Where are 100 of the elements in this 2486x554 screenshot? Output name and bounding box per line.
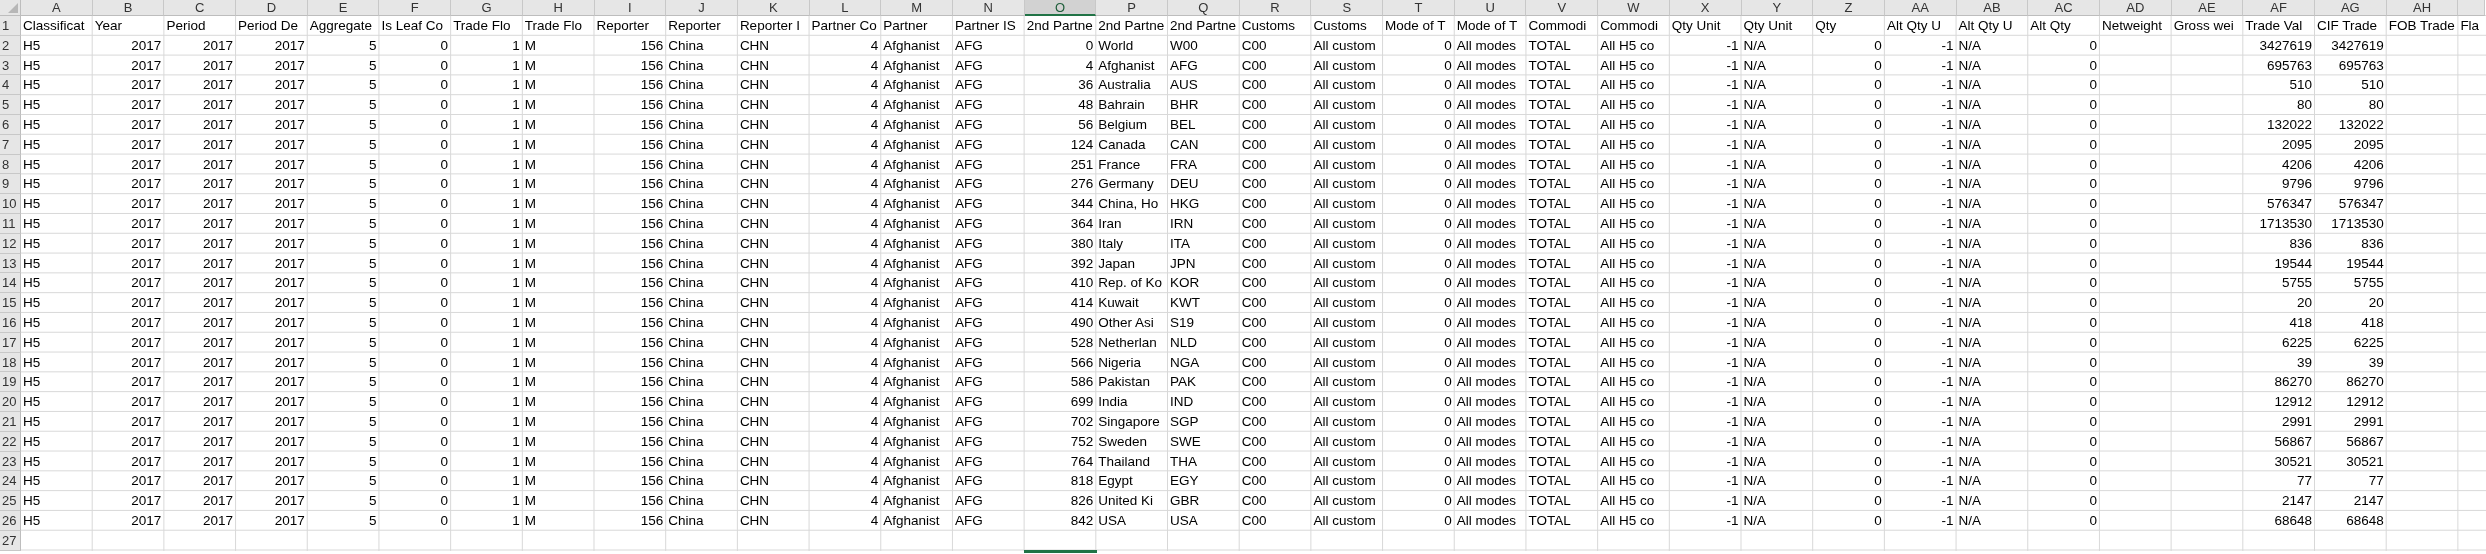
column-header[interactable]: P bbox=[1096, 0, 1168, 16]
column-header[interactable]: AH bbox=[2386, 0, 2459, 16]
table-cell-text: China bbox=[667, 56, 705, 75]
column-header[interactable]: X bbox=[1669, 0, 1742, 16]
row-header[interactable]: 1 bbox=[0, 16, 21, 36]
column-header[interactable]: M bbox=[881, 0, 953, 16]
column-header[interactable]: Y bbox=[1741, 0, 1814, 16]
column-header[interactable]: J bbox=[666, 0, 738, 16]
table-cell-text: 2017 bbox=[202, 274, 235, 293]
row-header[interactable]: 19 bbox=[0, 372, 21, 393]
row-header[interactable]: 20 bbox=[0, 392, 21, 412]
table-cell-text: 156 bbox=[639, 373, 665, 392]
table-cell-text: 2991 bbox=[2280, 412, 2313, 431]
column-header[interactable] bbox=[2458, 0, 2486, 16]
table-cell-text: AFG bbox=[953, 294, 984, 313]
table-cell-text: N/A bbox=[1957, 155, 1983, 174]
column-header[interactable]: G bbox=[451, 0, 523, 16]
row-header[interactable]: 10 bbox=[0, 194, 21, 214]
column-header[interactable]: Q bbox=[1168, 0, 1240, 16]
table-cell-text: 1 bbox=[511, 393, 521, 412]
table-cell-text: 5 bbox=[367, 353, 378, 372]
column-header[interactable]: AA bbox=[1884, 0, 1957, 16]
column-header[interactable]: AC bbox=[2028, 0, 2100, 16]
table-cell-text: All H5 co bbox=[1599, 511, 1656, 530]
table-cell-text: 0 bbox=[2088, 96, 2098, 115]
row-header[interactable]: 24 bbox=[0, 471, 21, 492]
column-header[interactable]: H bbox=[522, 0, 595, 16]
table-cell-text: China bbox=[667, 254, 705, 273]
table-cell-text: C00 bbox=[1240, 353, 1268, 372]
table-cell-text: Alt Qty U bbox=[1885, 17, 1942, 35]
table-cell-text: 4 bbox=[869, 234, 880, 253]
column-header[interactable]: O bbox=[1024, 0, 1097, 16]
select-all-icon[interactable] bbox=[8, 3, 18, 13]
row-header[interactable]: 9 bbox=[0, 174, 21, 195]
table-cell-text: -1 bbox=[1725, 214, 1740, 233]
table-cell-text: 9796 bbox=[2280, 175, 2313, 194]
column-header[interactable]: AE bbox=[2171, 0, 2244, 16]
table-cell-text: M bbox=[523, 254, 538, 273]
column-header[interactable]: S bbox=[1311, 0, 1384, 16]
table-cell-text: 6225 bbox=[2352, 333, 2385, 352]
column-header[interactable]: B bbox=[92, 0, 165, 16]
table-cell-text: 4206 bbox=[2352, 155, 2385, 174]
row-header[interactable]: 15 bbox=[0, 293, 21, 313]
column-header[interactable]: Z bbox=[1813, 0, 1885, 16]
table-cell-text: 4 bbox=[869, 175, 880, 194]
table-cell-text: All custom bbox=[1312, 353, 1377, 372]
table-cell-text: AFG bbox=[953, 452, 984, 471]
table-cell-text: ITA bbox=[1169, 234, 1191, 253]
column-header[interactable]: C bbox=[164, 0, 237, 16]
table-cell-text: N/A bbox=[1742, 155, 1767, 174]
column-header[interactable]: T bbox=[1383, 0, 1455, 16]
table-cell-text: All modes bbox=[1455, 56, 1518, 75]
table-cell-text: CHN bbox=[738, 214, 771, 233]
table-cell-text: H5 bbox=[22, 373, 42, 392]
column-header[interactable]: V bbox=[1526, 0, 1599, 16]
column-header[interactable]: K bbox=[737, 0, 810, 16]
column-header[interactable]: F bbox=[379, 0, 452, 16]
column-header[interactable]: R bbox=[1239, 0, 1312, 16]
table-cell-text: 1 bbox=[511, 96, 521, 115]
column-header[interactable]: A bbox=[21, 0, 93, 16]
table-cell-text: China bbox=[667, 234, 705, 253]
table-cell-text: 0 bbox=[1443, 36, 1453, 55]
table-cell-text: 5 bbox=[367, 313, 378, 332]
table-cell-text: All custom bbox=[1312, 135, 1377, 154]
table-cell-text: N/A bbox=[1742, 294, 1767, 313]
table-cell-text: 5 bbox=[367, 373, 378, 392]
row-header[interactable]: 25 bbox=[0, 491, 21, 511]
table-cell-text: 364 bbox=[1069, 214, 1095, 233]
column-header[interactable]: L bbox=[809, 0, 882, 16]
column-header[interactable]: W bbox=[1598, 0, 1670, 16]
table-cell-text: All modes bbox=[1455, 333, 1518, 352]
table-cell-text: 2095 bbox=[2280, 135, 2313, 154]
table-cell-text: 0 bbox=[2088, 175, 2098, 194]
row-header[interactable]: 4 bbox=[0, 75, 21, 96]
column-header[interactable]: AG bbox=[2315, 0, 2387, 16]
table-cell-text: Customs bbox=[1240, 17, 1296, 35]
table-cell-text: CHN bbox=[738, 96, 771, 115]
table-cell-text: 1 bbox=[511, 234, 521, 253]
column-header[interactable]: AD bbox=[2099, 0, 2172, 16]
table-cell-text: N/A bbox=[1957, 333, 1983, 352]
table-cell-text: 2017 bbox=[202, 155, 235, 174]
table-cell-text: All H5 co bbox=[1599, 155, 1656, 174]
table-cell-text: 1 bbox=[511, 412, 521, 431]
table-cell-text: 0 bbox=[1873, 214, 1883, 233]
table-cell-text: 5 bbox=[367, 214, 378, 233]
table-cell-text: M bbox=[523, 36, 538, 55]
column-header[interactable]: U bbox=[1454, 0, 1527, 16]
table-cell-text: C00 bbox=[1240, 155, 1268, 174]
column-header[interactable]: D bbox=[236, 0, 308, 16]
column-header[interactable]: I bbox=[594, 0, 667, 16]
table-cell-text: W00 bbox=[1169, 36, 1199, 55]
column-header[interactable]: AB bbox=[1956, 0, 2029, 16]
row-header[interactable]: 5 bbox=[0, 95, 21, 115]
column-header[interactable]: E bbox=[307, 0, 380, 16]
row-header[interactable]: 14 bbox=[0, 273, 21, 294]
table-cell-text: All modes bbox=[1455, 254, 1518, 273]
table-cell-text: 2017 bbox=[202, 116, 235, 134]
column-header[interactable]: N bbox=[952, 0, 1025, 16]
table-cell-text: 48 bbox=[1077, 96, 1095, 115]
column-header[interactable]: AF bbox=[2243, 0, 2315, 16]
